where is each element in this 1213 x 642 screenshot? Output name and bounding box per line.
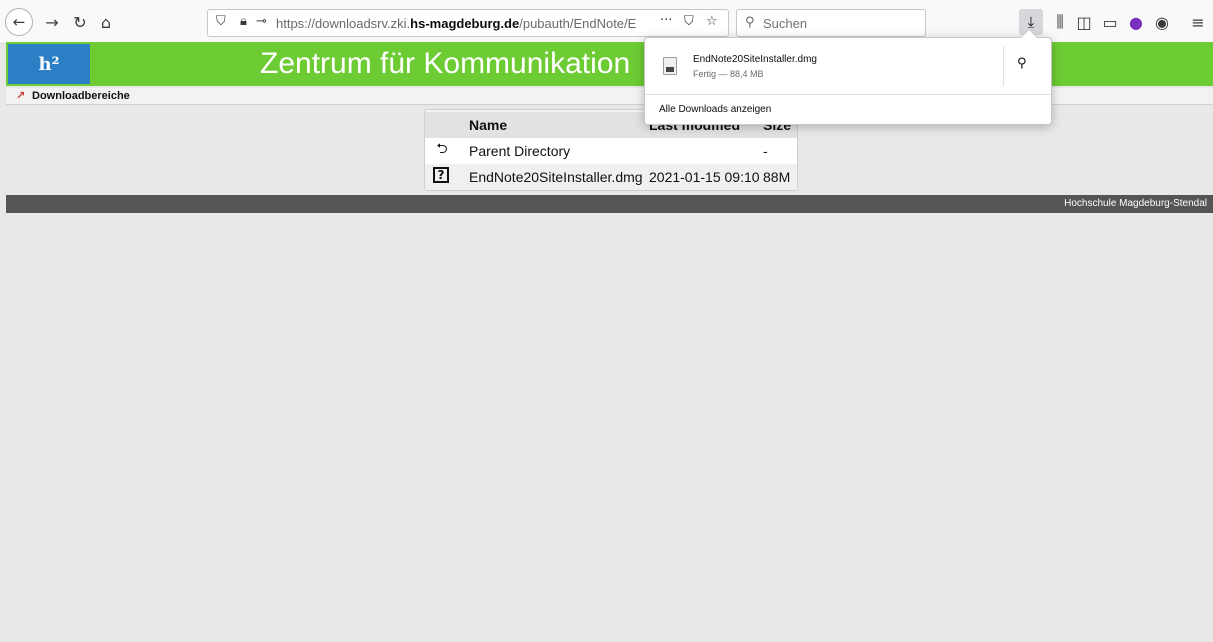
- pocket-icon[interactable]: ⛉: [684, 14, 694, 29]
- footer-text: Hochschule Magdeburg-Stendal: [1064, 198, 1207, 209]
- file-link[interactable]: EndNote20SiteInstaller.dmg: [469, 169, 643, 185]
- sidebar-icon[interactable]: ◫: [1072, 10, 1096, 34]
- download-file-name: EndNote20SiteInstaller.dmg: [693, 54, 817, 65]
- column-header-name[interactable]: Name: [469, 117, 507, 133]
- back-arrow-icon[interactable]: ←: [5, 8, 33, 36]
- key-icon[interactable]: ⊸: [256, 14, 267, 29]
- library-icon[interactable]: ⫼: [1048, 10, 1072, 34]
- divider: [1003, 46, 1004, 86]
- download-status: Fertig — 88,4 MB: [693, 69, 764, 79]
- shield-icon[interactable]: ⛉: [216, 14, 226, 29]
- extension-icon[interactable]: ●: [1124, 10, 1148, 34]
- show-all-downloads-button[interactable]: Alle Downloads anzeigen: [659, 104, 771, 115]
- reload-icon[interactable]: ↻: [68, 10, 92, 34]
- size-cell: 88M: [763, 169, 791, 185]
- more-icon[interactable]: ···: [660, 13, 672, 28]
- size-cell: -: [763, 143, 768, 159]
- modified-cell: 2021-01-15 09:10: [649, 169, 760, 185]
- lock-icon[interactable]: 🔒︎: [240, 14, 247, 29]
- file-icon: [663, 57, 677, 75]
- download-item[interactable]: EndNote20SiteInstaller.dmg Fertig — 88,4…: [645, 38, 1051, 95]
- arrow-icon: ↗: [16, 89, 26, 102]
- search-placeholder: Suchen: [763, 16, 808, 31]
- search-icon: ⚲: [745, 15, 755, 30]
- url-path: /pubauth/EndNote/EndN: [519, 16, 636, 31]
- search-bar[interactable]: ⚲ Suchen: [736, 9, 926, 37]
- show-in-folder-icon[interactable]: ⚲: [1017, 56, 1027, 71]
- forward-arrow-icon[interactable]: →: [40, 10, 64, 34]
- reader-icon[interactable]: ▭: [1098, 10, 1122, 34]
- url-prefix: https://downloadsrv.zki.: [276, 16, 411, 31]
- parent-directory-link[interactable]: Parent Directory: [469, 143, 570, 159]
- table-row: ? EndNote20SiteInstaller.dmg 2021-01-15 …: [425, 164, 797, 190]
- table-row: ⮌ Parent Directory -: [425, 138, 797, 164]
- page-title: Zentrum für Kommunikation: [260, 47, 631, 80]
- url-domain: hs-magdeburg.de: [410, 16, 520, 31]
- unknown-file-icon: ?: [433, 167, 449, 183]
- star-icon[interactable]: ☆: [706, 14, 718, 29]
- home-icon[interactable]: ⌂: [94, 10, 118, 34]
- account-icon[interactable]: ◉: [1150, 10, 1174, 34]
- site-footer: Hochschule Magdeburg-Stendal: [6, 195, 1213, 213]
- menu-icon[interactable]: ≡: [1186, 10, 1210, 34]
- url-text[interactable]: https://downloadsrv.zki.hs-magdeburg.de/…: [276, 16, 636, 31]
- url-bar[interactable]: ⛉ 🔒︎ ⊸ https://downloadsrv.zki.hs-magdeb…: [207, 9, 729, 37]
- logo-text: h²: [38, 53, 60, 75]
- back-icon: ⮌: [436, 141, 448, 157]
- downloads-panel: EndNote20SiteInstaller.dmg Fertig — 88,4…: [644, 28, 1052, 125]
- breadcrumb-link-downloadbereiche[interactable]: Downloadbereiche: [32, 90, 130, 102]
- hs-logo[interactable]: h²: [8, 44, 90, 84]
